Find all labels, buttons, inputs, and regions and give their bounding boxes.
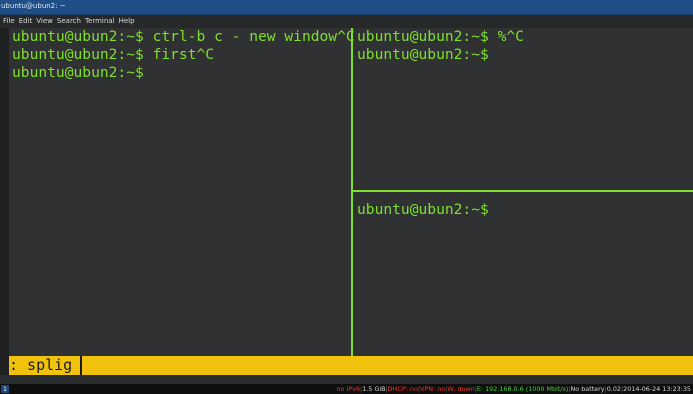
pane-divider-vertical[interactable] [351, 28, 353, 356]
menu-terminal[interactable]: Terminal [85, 17, 115, 25]
memory-status: 1.5 GiB [362, 385, 386, 393]
window-title-bar[interactable]: ubuntu@ubun2: ~ [0, 0, 693, 15]
terminal-line: ubuntu@ubun2:~$ [12, 64, 144, 81]
menu-file[interactable]: File [3, 17, 15, 25]
wifi-status: W: down [447, 385, 475, 393]
desktop-edge [0, 28, 9, 384]
dhcp-status: DHCP: no [387, 385, 418, 393]
terminal-line: ubuntu@ubun2:~$ ctrl-b c - new window^C [12, 28, 355, 45]
clock: 2014-06-24 13:23:35 [623, 385, 691, 393]
menu-edit[interactable]: Edit [19, 17, 33, 25]
vpn-status: VPN: no [420, 385, 446, 393]
load-status: 0.02 [606, 385, 621, 393]
terminal-line: ubuntu@ubun2:~$ %^C [357, 28, 524, 45]
terminal-line: ubuntu@ubun2:~$ [357, 46, 489, 63]
pane-divider-horizontal[interactable] [353, 190, 693, 192]
terminal-area[interactable]: ubuntu@ubun2:~$ ctrl-b c - new window^C … [9, 28, 693, 356]
ethernet-status: E: 192.168.0.6 (1000 Mbit/s) [476, 385, 569, 393]
status-items: no IPv6|1.5 GiB|DHCP: no|VPN: no|W: down… [336, 384, 691, 394]
tmux-command-text: : splig [9, 356, 75, 375]
text-cursor [80, 356, 82, 375]
ipv6-status: no IPv6 [336, 385, 361, 393]
status-bar: 1 no IPv6|1.5 GiB|DHCP: no|VPN: no|W: do… [0, 384, 693, 394]
menu-view[interactable]: View [36, 17, 53, 25]
battery-status: No battery [570, 385, 605, 393]
terminal-line: ubuntu@ubun2:~$ [357, 201, 489, 218]
desktop-gap [0, 375, 693, 384]
menu-bar: File Edit View Search Terminal Help [0, 15, 693, 28]
terminal-line: ubuntu@ubun2:~$ first^C [12, 46, 215, 63]
tmux-command-prompt[interactable]: : splig [9, 356, 693, 375]
menu-search[interactable]: Search [57, 17, 81, 25]
workspace-button[interactable]: 1 [1, 385, 10, 393]
window-title: ubuntu@ubun2: ~ [1, 2, 66, 10]
menu-help[interactable]: Help [119, 17, 135, 25]
